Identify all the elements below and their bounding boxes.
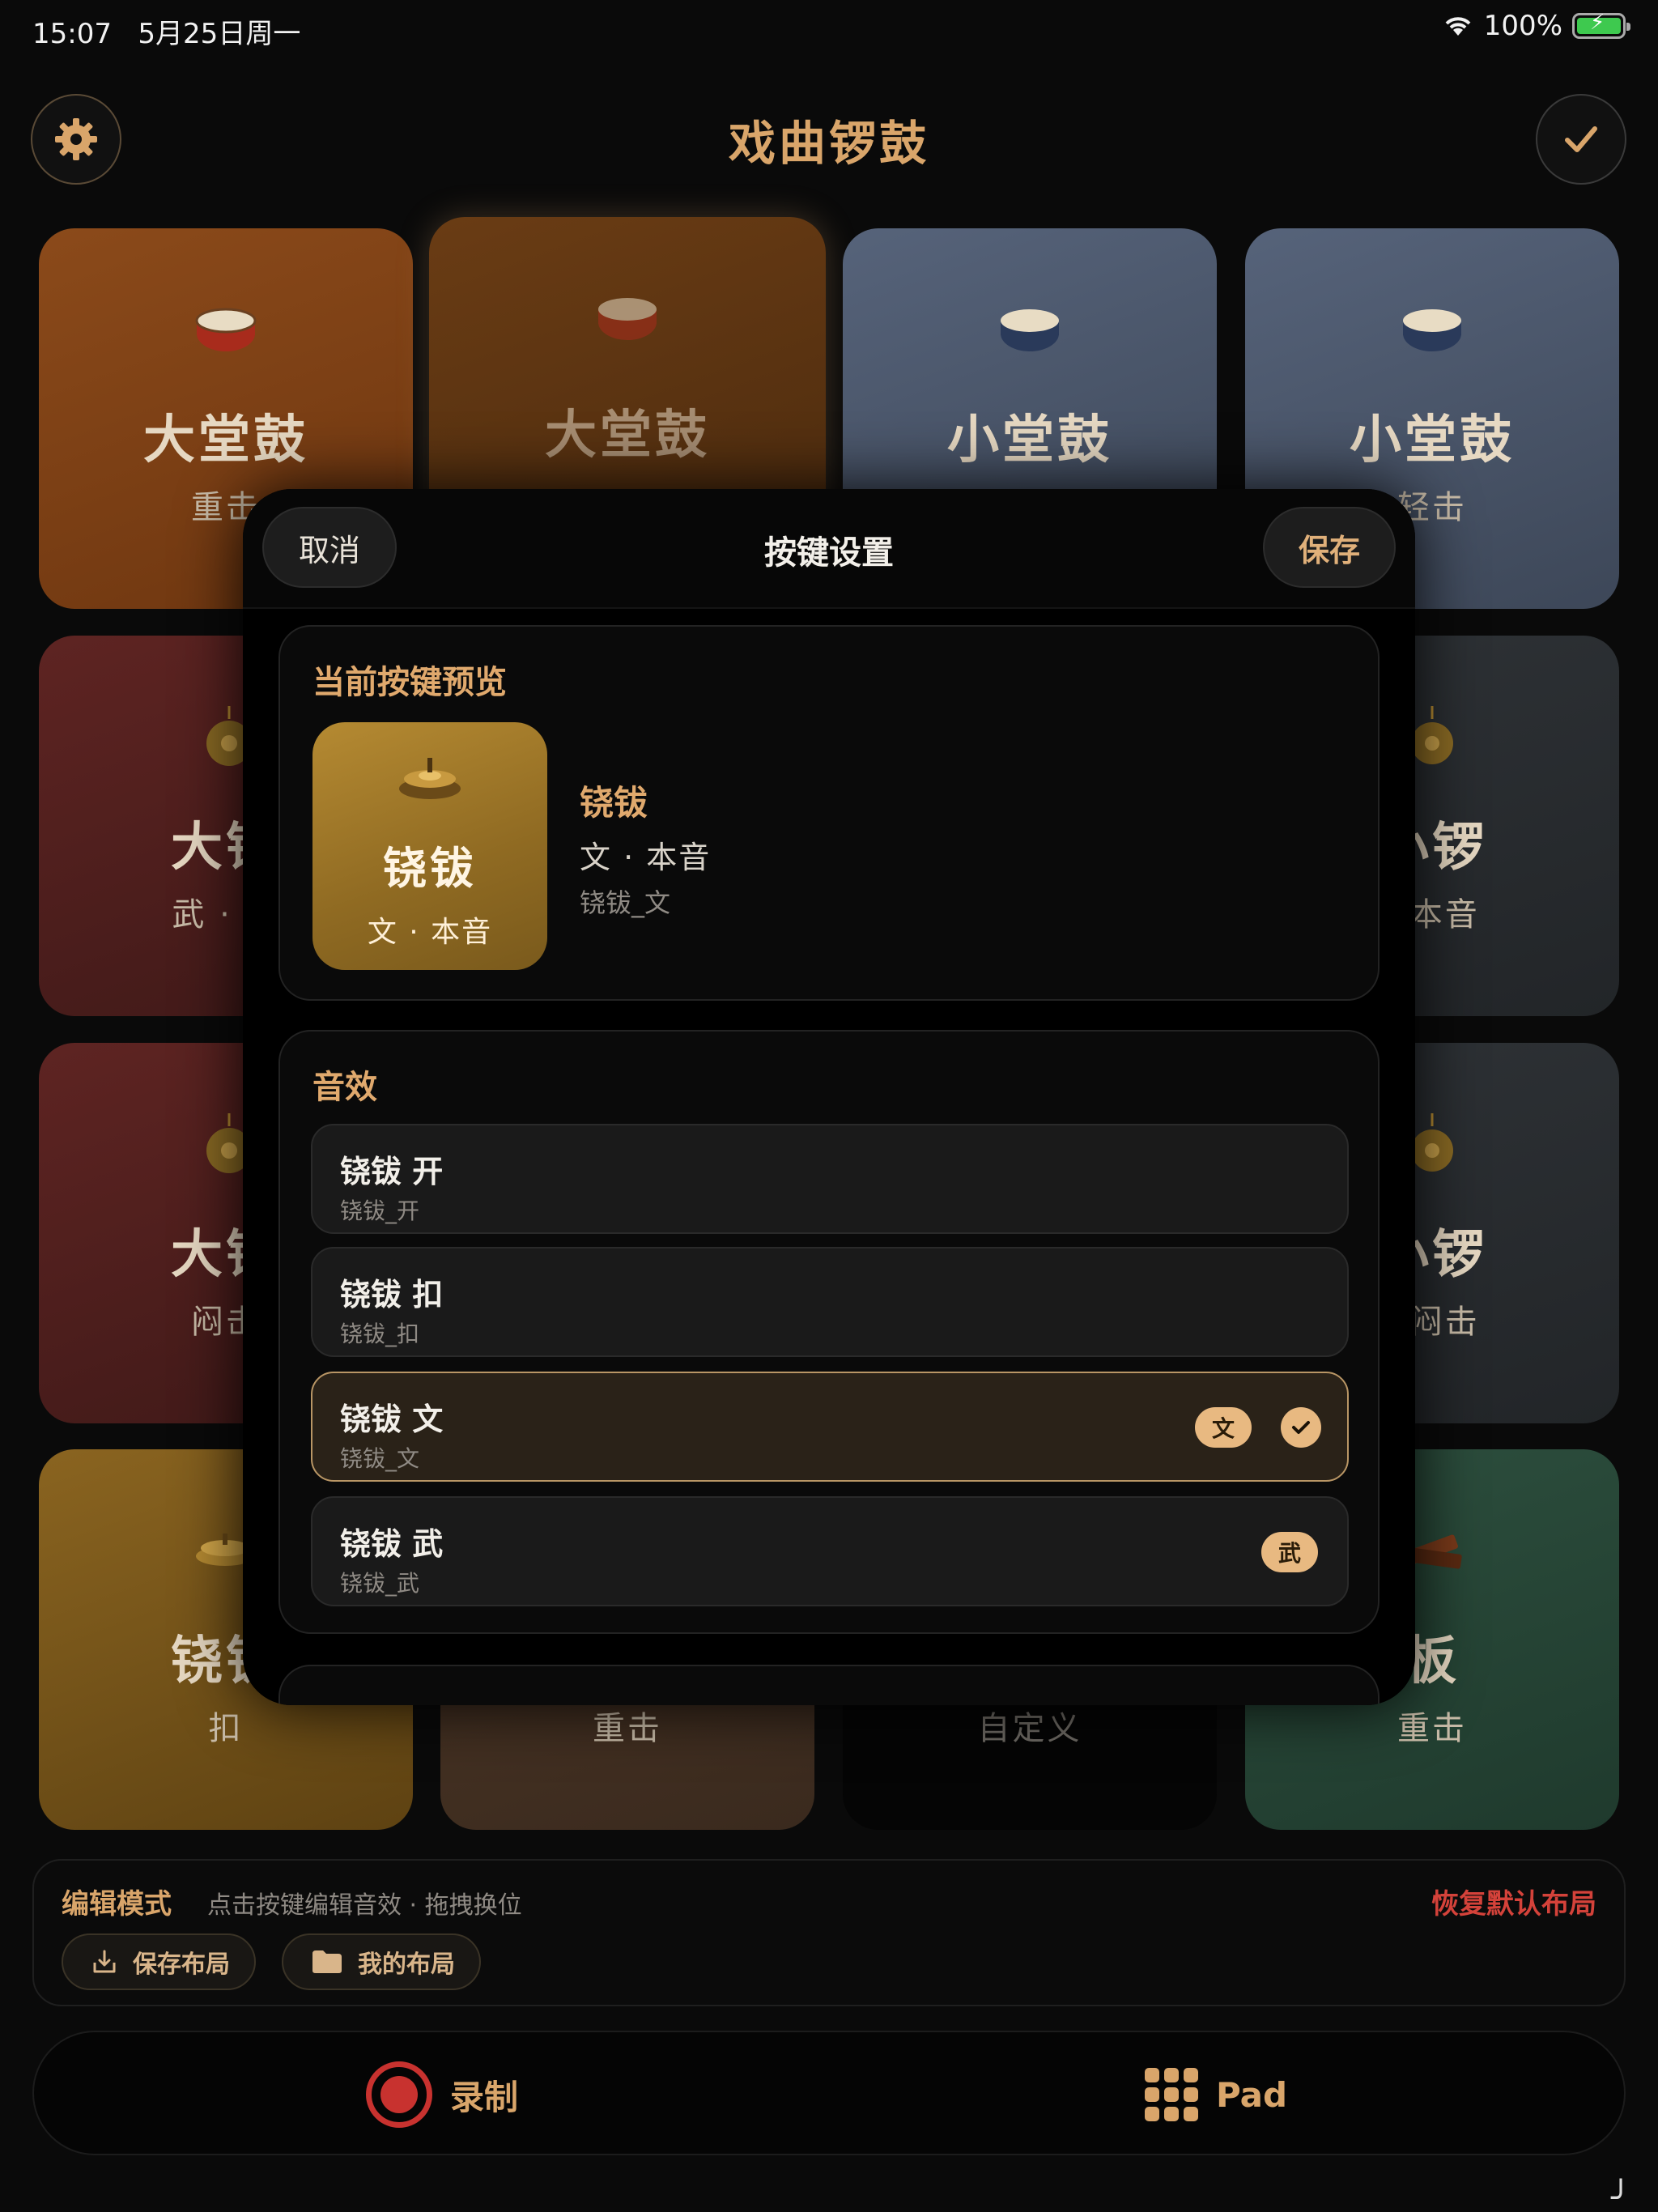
my-layouts-button[interactable]: 我的布局	[282, 1933, 481, 1990]
sound-tag-badge: 文	[1195, 1407, 1252, 1448]
preview-pad-name: 铙钹	[383, 843, 477, 894]
resize-corner-icon: ╯	[1611, 2180, 1631, 2212]
status-date: 5月25日周一	[138, 18, 301, 50]
key-settings-modal: 取消 按键设置 保存 当前按键预览 铙钹 文 · 本音 铙钹 文 · 本音 铙钹…	[243, 489, 1415, 1705]
save-layout-button[interactable]: 保存布局	[62, 1933, 256, 1990]
battery-percent: 100%	[1483, 10, 1562, 42]
preview-pad: 铙钹 文 · 本音	[312, 722, 547, 970]
pad-sub: 自定义	[977, 1710, 1082, 1747]
preview-section: 当前按键预览 铙钹 文 · 本音 铙钹 文 · 本音 铙钹_文	[278, 625, 1380, 1001]
status-bar: 15:07 5月25日周一 100% ⚡	[0, 0, 1658, 58]
color-section: 颜色	[278, 1665, 1380, 1705]
pad-name: 大堂鼓	[143, 410, 308, 470]
sound-tag-badge: 武	[1261, 1532, 1318, 1572]
preview-section-title: 当前按键预览	[312, 664, 507, 701]
sound-option-name: 铙钹 开	[340, 1154, 444, 1189]
edit-mode-title: 编辑模式	[62, 1888, 172, 1921]
sound-option-file: 铙钹_扣	[340, 1321, 420, 1347]
color-section-title: 颜色	[312, 1700, 377, 1705]
reset-layout-button[interactable]: 恢复默认布局	[1431, 1882, 1596, 1921]
drum-icon	[1245, 285, 1619, 374]
sound-option-name: 铙钹 武	[340, 1526, 444, 1562]
edit-mode-hint: 点击按键编辑音效 · 拖拽换位	[207, 1891, 522, 1920]
record-icon	[366, 2061, 432, 2128]
grid-icon	[1145, 2068, 1198, 2121]
preview-name: 铙钹	[580, 783, 648, 823]
bottom-tab-bar: 录制 Pad	[32, 2031, 1626, 2155]
pad-sub: 重击	[1397, 1710, 1467, 1747]
preview-pad-sub: 文 · 本音	[367, 916, 493, 949]
edit-mode-bar: 编辑模式 点击按键编辑音效 · 拖拽换位 恢复默认布局 保存布局 我的布局	[32, 1859, 1626, 2006]
sound-option[interactable]: 铙钹 开 铙钹_开	[311, 1124, 1349, 1234]
save-layout-label: 保存布局	[133, 1950, 230, 1979]
pad-sub: 扣	[208, 1710, 244, 1747]
record-label: 录制	[450, 2077, 519, 2117]
folder-icon	[312, 1950, 342, 1973]
sound-section-title: 音效	[312, 1069, 377, 1106]
battery-fill: ⚡	[1577, 12, 1621, 34]
sound-option-file: 铙钹_开	[340, 1197, 420, 1224]
pad-name: 大堂鼓	[545, 406, 710, 466]
done-button[interactable]	[1536, 94, 1626, 185]
pad-tab[interactable]: Pad	[1145, 2032, 1287, 2157]
my-layouts-label: 我的布局	[358, 1950, 455, 1979]
checkmark-icon	[1565, 126, 1597, 152]
sound-option-selected[interactable]: 铙钹 文 铙钹_文 文	[311, 1372, 1349, 1482]
page-title: 戏曲锣鼓	[728, 116, 929, 171]
sound-option-file: 铙钹_武	[340, 1570, 420, 1597]
sound-option-name: 铙钹 文	[340, 1402, 444, 1437]
sound-option[interactable]: 铙钹 武 铙钹_武 武	[311, 1496, 1349, 1606]
pad-label: Pad	[1216, 2074, 1288, 2115]
sound-option-file: 铙钹_文	[340, 1445, 420, 1472]
cymbal-icon	[312, 753, 547, 805]
pad-sub: 重击	[593, 1710, 662, 1747]
pad-name: 小堂鼓	[1350, 410, 1515, 470]
sound-section: 音效 铙钹 开 铙钹_开 铙钹 扣 铙钹_扣 铙钹 文 铙钹_文 文 铙钹 武 …	[278, 1030, 1380, 1634]
pad-name: 小堂鼓	[947, 410, 1112, 470]
preview-file: 铙钹_文	[580, 887, 671, 918]
save-button[interactable]: 保存	[1263, 507, 1396, 588]
drum-icon	[843, 285, 1217, 374]
drum-icon	[429, 274, 826, 363]
drum-icon	[39, 285, 413, 374]
battery-icon: ⚡	[1572, 12, 1630, 39]
sound-option[interactable]: 铙钹 扣 铙钹_扣	[311, 1247, 1349, 1357]
sound-option-name: 铙钹 扣	[340, 1277, 444, 1312]
preview-sub: 文 · 本音	[580, 840, 712, 875]
selected-check-icon	[1281, 1407, 1321, 1448]
modal-header: 取消 按键设置 保存	[243, 489, 1415, 609]
wifi-icon	[1445, 17, 1471, 36]
modal-title: 按键设置	[764, 534, 894, 572]
download-icon	[93, 1950, 116, 1973]
status-time: 15:07 5月25日周一	[32, 18, 301, 50]
record-tab[interactable]: 录制	[366, 2032, 518, 2157]
